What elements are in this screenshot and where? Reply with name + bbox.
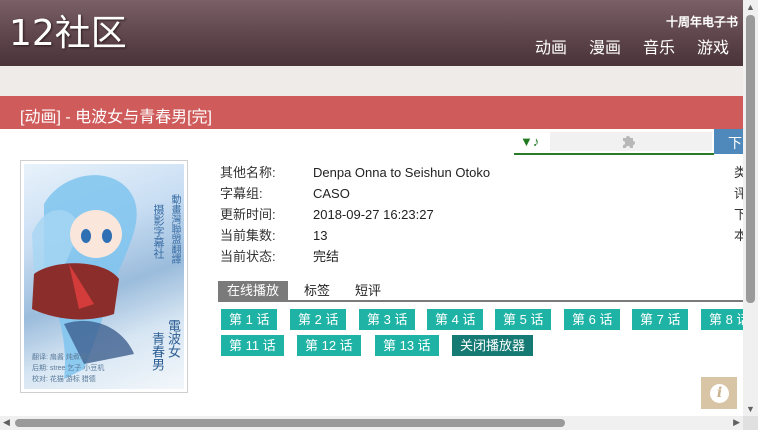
cover-credit-line: 校对: 花猫 游标 猎德 — [32, 376, 96, 383]
info-label: 更新时间: — [220, 207, 276, 222]
nav-item-music[interactable]: 音乐 — [643, 38, 675, 60]
ebook-link[interactable]: 十周年电子书 — [666, 13, 738, 30]
info-label: 当前状态: — [220, 249, 276, 264]
episode-button[interactable]: 第 4 话 — [427, 309, 484, 330]
info-row-status: 当前状态: 完结 — [220, 246, 490, 267]
scroll-up-arrow-icon[interactable]: ▲ — [746, 2, 755, 12]
header-band — [0, 66, 743, 96]
info-value: 完结 — [313, 249, 340, 264]
info-row-alt-name: 其他名称: Denpa Onna to Seishun Otoko — [220, 162, 490, 183]
episode-button[interactable]: 第 7 话 — [632, 309, 689, 330]
episode-button[interactable]: 第 11 话 — [221, 335, 284, 356]
title-bar: [动画] - 电波女与青春男[完] — [0, 96, 743, 129]
cover-credits: 翻译: 扇酱 炖煮草的兔子 后期: stree 乞子 小豆机 校对: 花猫 游标… — [32, 352, 108, 385]
page-title: [动画] - 电波女与青春男[完] — [20, 109, 213, 126]
episode-button[interactable]: 第 3 话 — [359, 309, 416, 330]
episode-button[interactable]: 第 13 话 — [375, 335, 439, 356]
episode-button[interactable]: 第 5 话 — [495, 309, 552, 330]
tab-tags[interactable]: 标签 — [295, 281, 339, 300]
site-header: 12社区 十周年电子书 动画 漫画 音乐 游戏 — [0, 0, 743, 66]
cover-image: 摄影字幕社 動畫灣聯盟翻譯 電波女 青春男 翻译: 扇酱 炖煮草的兔子 后期: … — [20, 160, 188, 393]
cover-art: 摄影字幕社 動畫灣聯盟翻譯 電波女 青春男 翻译: 扇酱 炖煮草的兔子 后期: … — [24, 164, 184, 389]
detail-tabs: 在线播放 标签 短评 — [218, 281, 743, 302]
info-row-subgroup: 字幕组: CASO — [220, 183, 490, 204]
scroll-down-arrow-icon[interactable]: ▼ — [746, 404, 755, 414]
side-char: 下 — [734, 207, 743, 222]
info-label: 当前集数: — [220, 228, 276, 243]
main-nav: 动画 漫画 音乐 游戏 — [513, 38, 729, 60]
clipped-side-column: 类 评 下 本 — [734, 162, 743, 246]
plugin-placeholder[interactable] — [550, 132, 712, 151]
download-tab[interactable]: 下 — [714, 129, 743, 154]
info-value[interactable]: CASO — [313, 183, 350, 204]
tab-online-play[interactable]: 在线播放 — [218, 281, 289, 300]
side-char: 评 — [734, 186, 743, 201]
cover-title-vertical-1: 摄影字幕社 — [152, 204, 164, 259]
cover-credit-line: 后期: stree 乞子 小豆机 — [32, 365, 105, 372]
scroll-left-arrow-icon[interactable]: ◀ — [3, 417, 10, 428]
page-viewport: 12社区 十周年电子书 动画 漫画 音乐 游戏 [动画] - 电波女与青春男[完… — [0, 0, 743, 416]
vertical-scrollbar[interactable]: ▲ ▼ — [743, 0, 758, 416]
info-row-episodes: 当前集数: 13 — [220, 225, 490, 246]
info-value: 2018-09-27 16:23:27 — [313, 207, 434, 222]
info-button[interactable]: i — [701, 377, 737, 409]
side-char: 类 — [734, 165, 743, 180]
puzzle-icon — [620, 133, 638, 155]
horizontal-scroll-thumb[interactable] — [15, 419, 565, 427]
info-value: 13 — [313, 228, 328, 243]
play-music-icon[interactable]: ▼♪ — [520, 134, 539, 149]
scrollbar-corner — [743, 416, 758, 430]
info-label: 其他名称: — [220, 165, 276, 180]
cover-title-vertical-4: 青春男 — [150, 332, 165, 371]
info-icon: i — [710, 384, 729, 403]
episode-button[interactable]: 第 8 话 — [701, 309, 743, 330]
nav-item-games[interactable]: 游戏 — [697, 38, 729, 60]
cover-credit-line: 翻译: 扇酱 炖煮草的兔子 — [32, 354, 108, 361]
scroll-right-arrow-icon[interactable]: ▶ — [733, 417, 740, 428]
close-player-button[interactable]: 关闭播放器 — [452, 335, 534, 356]
info-table: 其他名称: Denpa Onna to Seishun Otoko 字幕组: C… — [220, 162, 490, 267]
episode-button[interactable]: 第 6 话 — [564, 309, 621, 330]
nav-item-manga[interactable]: 漫画 — [589, 38, 621, 60]
vertical-scroll-thumb[interactable] — [746, 15, 755, 303]
info-label: 字幕组: — [220, 186, 263, 201]
info-value: Denpa Onna to Seishun Otoko — [313, 165, 491, 180]
nav-item-anime[interactable]: 动画 — [535, 38, 567, 60]
side-char: 本 — [734, 228, 743, 243]
tab-short-reviews[interactable]: 短评 — [346, 281, 390, 300]
player-control-strip: ▼♪ — [514, 131, 714, 155]
episode-button[interactable]: 第 2 话 — [290, 309, 347, 330]
cover-title-vertical-3: 電波女 — [166, 319, 181, 358]
site-logo[interactable]: 12社区 — [9, 14, 127, 54]
cover-title-vertical-2: 動畫灣聯盟翻譯 — [169, 194, 180, 264]
info-row-updated: 更新时间: 2018-09-27 16:23:27 — [220, 204, 490, 225]
episode-button[interactable]: 第 12 话 — [297, 335, 361, 356]
episode-button[interactable]: 第 1 话 — [221, 309, 278, 330]
horizontal-scrollbar[interactable]: ◀ ▶ — [0, 416, 743, 430]
